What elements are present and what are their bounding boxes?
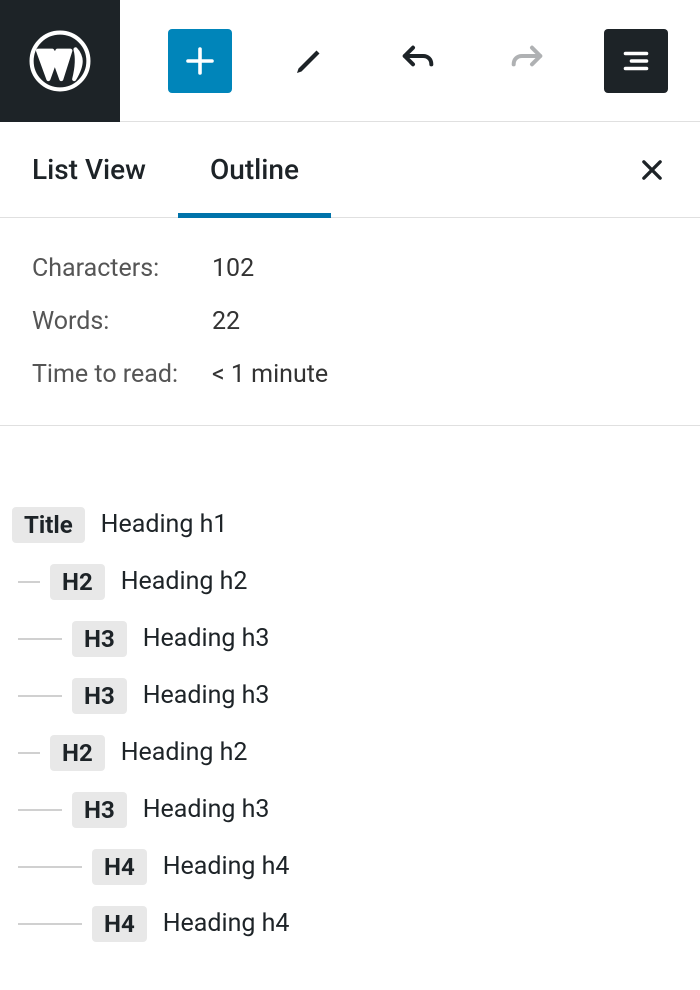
- stat-words: Words: 22: [32, 307, 668, 336]
- indent-line: [18, 923, 82, 925]
- heading-label: Heading h3: [143, 681, 270, 710]
- undo-button[interactable]: [386, 29, 450, 93]
- document-overview-button[interactable]: [604, 29, 668, 93]
- outline-item-h3[interactable]: H3 Heading h3: [12, 781, 688, 838]
- indent-line: [18, 809, 62, 811]
- outline-item-h4[interactable]: H4 Heading h4: [12, 895, 688, 952]
- outline-item-h2[interactable]: H2 Heading h2: [12, 724, 688, 781]
- wordpress-icon: [29, 30, 91, 92]
- tab-outline[interactable]: Outline: [178, 122, 331, 217]
- toolbar-buttons: [120, 29, 668, 93]
- outline-item-h4[interactable]: H4 Heading h4: [12, 838, 688, 895]
- outline-item-h3[interactable]: H3 Heading h3: [12, 667, 688, 724]
- close-icon: [638, 156, 666, 184]
- document-overview-icon: [618, 43, 654, 79]
- stat-words-label: Words:: [32, 307, 212, 336]
- heading-label: Heading h3: [143, 795, 270, 824]
- outline-item-h3[interactable]: H3 Heading h3: [12, 610, 688, 667]
- outline-item-title[interactable]: Title Heading h1: [12, 496, 688, 553]
- tab-list-view[interactable]: List View: [0, 122, 178, 217]
- heading-label: Heading h4: [163, 852, 290, 881]
- undo-icon: [398, 41, 438, 81]
- indent-line: [18, 752, 40, 754]
- indent-line: [18, 638, 62, 640]
- stat-time: Time to read: < 1 minute: [32, 360, 668, 389]
- indent-line: [18, 866, 82, 868]
- edit-button[interactable]: [277, 29, 341, 93]
- stat-words-value: 22: [212, 307, 240, 336]
- heading-badge: H4: [92, 906, 147, 942]
- heading-badge: H3: [72, 792, 127, 828]
- outline-list: Title Heading h1 H2 Heading h2 H3 Headin…: [0, 426, 700, 952]
- outline-item-h2[interactable]: H2 Heading h2: [12, 553, 688, 610]
- indent-line: [18, 581, 40, 583]
- heading-badge: Title: [12, 507, 85, 543]
- stat-characters: Characters: 102: [32, 254, 668, 283]
- heading-badge: H3: [72, 678, 127, 714]
- heading-label: Heading h3: [143, 624, 270, 653]
- panel-tabs: List View Outline: [0, 122, 700, 218]
- heading-label: Heading h2: [121, 738, 248, 767]
- heading-label: Heading h1: [101, 510, 228, 539]
- pencil-icon: [291, 43, 327, 79]
- stat-time-label: Time to read:: [32, 360, 212, 389]
- heading-badge: H2: [50, 735, 105, 771]
- heading-label: Heading h2: [121, 567, 248, 596]
- stat-time-value: < 1 minute: [212, 360, 328, 389]
- heading-badge: H4: [92, 849, 147, 885]
- redo-icon: [507, 41, 547, 81]
- heading-label: Heading h4: [163, 909, 290, 938]
- editor-toolbar: [0, 0, 700, 122]
- redo-button[interactable]: [495, 29, 559, 93]
- heading-badge: H2: [50, 564, 105, 600]
- heading-badge: H3: [72, 621, 127, 657]
- stat-characters-value: 102: [212, 254, 254, 283]
- close-panel-button[interactable]: [634, 152, 670, 188]
- add-block-button[interactable]: [168, 29, 232, 93]
- document-stats: Characters: 102 Words: 22 Time to read: …: [0, 218, 700, 426]
- plus-icon: [182, 43, 218, 79]
- indent-line: [18, 695, 62, 697]
- wordpress-logo[interactable]: [0, 0, 120, 122]
- stat-characters-label: Characters:: [32, 254, 212, 283]
